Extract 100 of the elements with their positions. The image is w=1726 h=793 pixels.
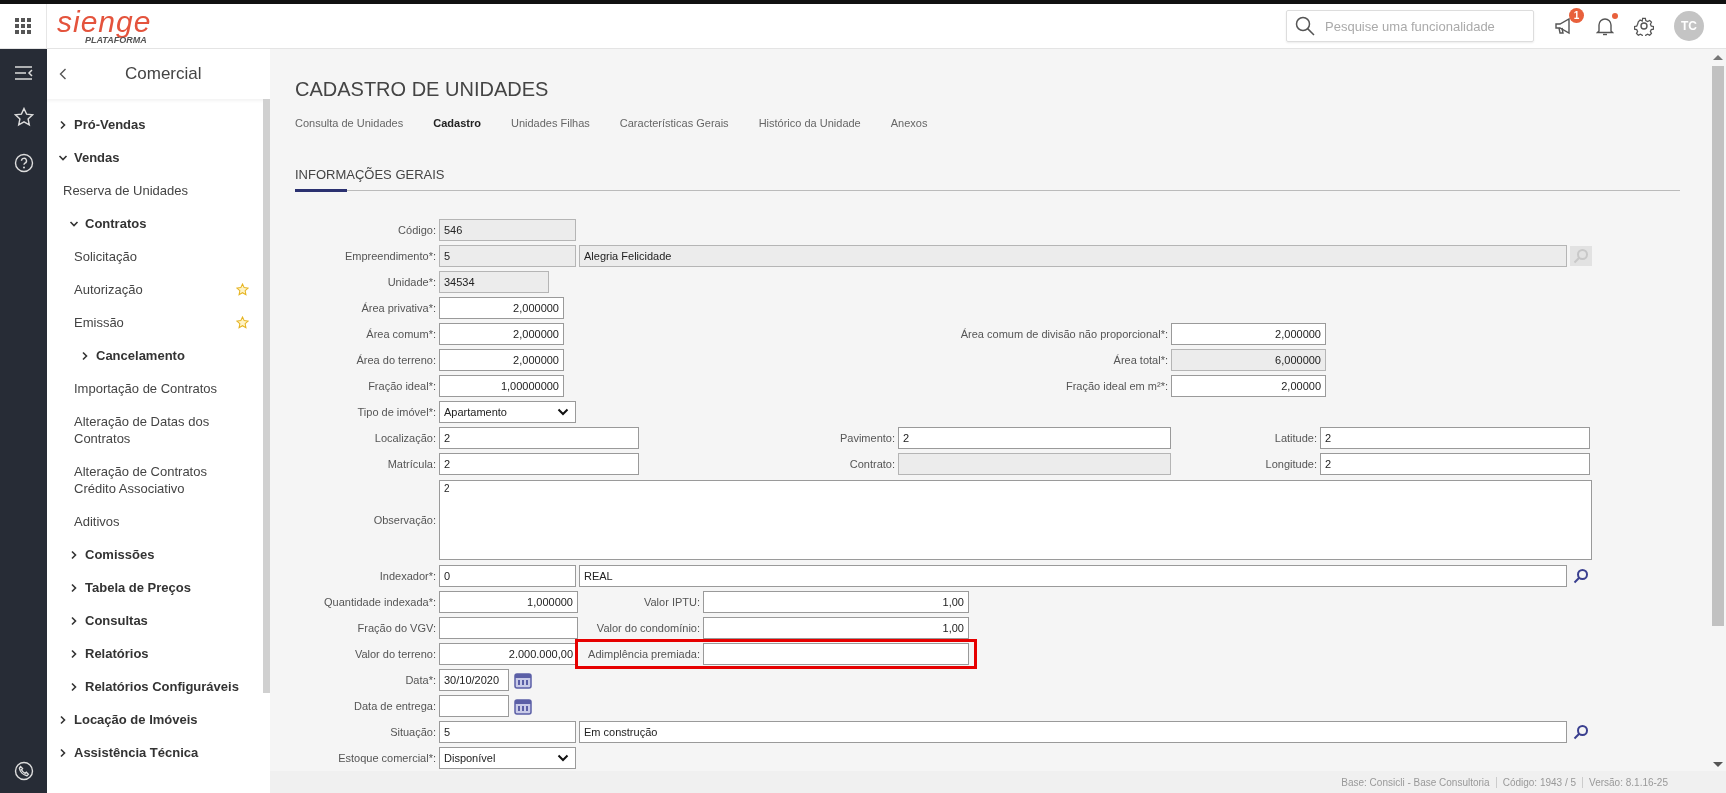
input-field[interactable] bbox=[439, 695, 509, 717]
input-field[interactable] bbox=[439, 617, 578, 639]
calendar-icon[interactable] bbox=[514, 671, 532, 689]
field-label: Matrícula: bbox=[386, 458, 436, 470]
active-underline bbox=[295, 189, 347, 192]
sidebar-item[interactable]: Locação de Imóveis bbox=[47, 703, 263, 736]
star-icon[interactable] bbox=[236, 283, 249, 296]
chevron-down-icon bbox=[557, 408, 569, 416]
field-label: Quantidade indexada*: bbox=[323, 596, 436, 608]
sidebar-item[interactable]: Consultas bbox=[47, 604, 263, 637]
field-label: Data de entrega: bbox=[353, 700, 436, 712]
menu-icon[interactable] bbox=[14, 65, 33, 81]
input-field[interactable]: 2,000000 bbox=[439, 323, 564, 345]
field-label: Adimplência premiada: bbox=[587, 648, 700, 660]
chevron-down-icon bbox=[557, 754, 569, 762]
input-field[interactable]: 34534 bbox=[439, 271, 549, 293]
calendar-icon[interactable] bbox=[514, 697, 532, 715]
field-label: Data*: bbox=[404, 674, 436, 686]
input-field[interactable]: 1,00000000 bbox=[439, 375, 564, 397]
field-label: Situação: bbox=[389, 726, 436, 738]
input-field[interactable]: 2 bbox=[1320, 453, 1590, 475]
field-label: Latitude: bbox=[1273, 432, 1317, 444]
input-field[interactable]: Alegria Felicidade bbox=[579, 245, 1567, 267]
field-label: Localização: bbox=[373, 432, 436, 444]
field-label: Área privativa*: bbox=[360, 302, 436, 314]
dropdown[interactable]: Apartamento bbox=[439, 401, 576, 423]
settings-icon[interactable] bbox=[1634, 16, 1654, 36]
input-field[interactable]: 2 bbox=[439, 453, 639, 475]
tab[interactable]: Cadastro bbox=[433, 115, 481, 131]
input-field[interactable]: 30/10/2020 bbox=[439, 669, 509, 691]
tab[interactable]: Anexos bbox=[890, 115, 928, 131]
input-field[interactable]: 2,00000 bbox=[1171, 375, 1326, 397]
sidebar-item[interactable]: Comissões bbox=[47, 538, 263, 571]
sidebar-item[interactable]: Alteração de Datas dos Contratos bbox=[47, 405, 263, 455]
input-field[interactable]: 1,00 bbox=[703, 617, 969, 639]
search-icon bbox=[1295, 16, 1315, 36]
phone-icon[interactable] bbox=[13, 761, 34, 781]
sidebar-item[interactable]: Aditivos bbox=[47, 505, 263, 538]
section-heading: INFORMAÇÕES GERAIS bbox=[295, 167, 445, 182]
page-title: CADASTRO DE UNIDADES bbox=[295, 77, 550, 101]
tab[interactable]: Unidades Filhas bbox=[510, 115, 590, 131]
input-field[interactable]: 6,000000 bbox=[1171, 349, 1326, 371]
sidebar-item[interactable]: Vendas bbox=[47, 141, 263, 174]
sidebar-item[interactable]: Assistência Técnica bbox=[47, 736, 263, 769]
input-field[interactable]: Em construção bbox=[579, 721, 1567, 743]
sidebar-item[interactable]: Contratos bbox=[47, 207, 263, 240]
field-label: Valor IPTU: bbox=[642, 596, 700, 608]
tab[interactable]: Histórico da Unidade bbox=[758, 115, 861, 131]
logo-wordmark[interactable]: sienge bbox=[57, 7, 152, 37]
input-field[interactable]: 2,000000 bbox=[439, 349, 564, 371]
field-label: Área do terreno: bbox=[355, 354, 436, 366]
sidebar-item[interactable]: Emissão bbox=[47, 306, 263, 339]
star-icon[interactable] bbox=[13, 107, 34, 127]
text-area[interactable]: 2 bbox=[439, 480, 1592, 560]
sidebar-item[interactable]: Tabela de Preços bbox=[47, 571, 263, 604]
back-chevron-icon[interactable] bbox=[59, 68, 67, 80]
input-field[interactable]: 2 bbox=[1320, 427, 1590, 449]
input-field[interactable]: 546 bbox=[439, 219, 576, 241]
help-icon[interactable] bbox=[13, 153, 34, 173]
input-field[interactable]: 2 bbox=[439, 427, 639, 449]
input-field[interactable] bbox=[703, 643, 969, 665]
sidebar-item[interactable]: Cancelamento bbox=[47, 339, 263, 372]
input-field[interactable]: 2 bbox=[898, 427, 1171, 449]
field-label: Área total*: bbox=[1112, 354, 1168, 366]
field-label: Estoque comercial*: bbox=[337, 752, 436, 764]
sidebar-scrollbar[interactable] bbox=[263, 99, 270, 693]
search-input[interactable]: Pesquise uma funcionalidade bbox=[1323, 17, 1517, 35]
sidebar-item[interactable]: Reserva de Unidades bbox=[47, 174, 263, 207]
sidebar-item[interactable]: Autorização bbox=[47, 273, 263, 306]
sidebar-item[interactable]: Relatórios Configuráveis bbox=[47, 670, 263, 703]
star-icon[interactable] bbox=[236, 316, 249, 329]
field-label: Longitude: bbox=[1264, 458, 1317, 470]
sidebar-item[interactable]: Pró-Vendas bbox=[47, 108, 263, 141]
input-field[interactable]: 2.000.000,00 bbox=[439, 643, 578, 665]
status-text: Base: Consicli - Base Consultoria bbox=[1340, 776, 1491, 788]
apps-grid-icon[interactable] bbox=[15, 18, 31, 34]
dropdown[interactable]: Disponível bbox=[439, 747, 576, 769]
input-field[interactable]: 2,000000 bbox=[1171, 323, 1326, 345]
field-label: Empreendimento*: bbox=[343, 250, 436, 262]
notification-badge: 1 bbox=[1569, 8, 1584, 23]
input-field[interactable] bbox=[898, 453, 1171, 475]
sidebar-item[interactable]: Solicitação bbox=[47, 240, 263, 273]
field-label: Código: bbox=[397, 224, 436, 236]
field-label: Área comum*: bbox=[365, 328, 436, 340]
bell-icon[interactable] bbox=[1596, 16, 1614, 36]
input-field[interactable]: 1,000000 bbox=[439, 591, 578, 613]
input-field[interactable]: 5 bbox=[439, 721, 576, 743]
field-label: Indexador*: bbox=[378, 570, 436, 582]
input-field[interactable]: 0 bbox=[439, 565, 576, 587]
input-field[interactable]: 1,00 bbox=[703, 591, 969, 613]
tab[interactable]: Características Gerais bbox=[619, 115, 729, 131]
sidebar-item[interactable]: Importação de Contratos bbox=[47, 372, 263, 405]
sidebar-item[interactable]: Alteração de Contratos Crédito Associativo bbox=[47, 455, 263, 505]
input-field[interactable]: 2,000000 bbox=[439, 297, 564, 319]
input-field[interactable]: REAL bbox=[579, 565, 1567, 587]
search-bar[interactable]: Pesquise uma funcionalidade bbox=[1286, 10, 1534, 42]
input-field[interactable]: 5 bbox=[439, 245, 576, 267]
tab[interactable]: Consulta de Unidades bbox=[295, 115, 404, 131]
sidebar-item[interactable]: Relatórios bbox=[47, 637, 263, 670]
field-label: Fração ideal em m²*: bbox=[1064, 380, 1168, 392]
